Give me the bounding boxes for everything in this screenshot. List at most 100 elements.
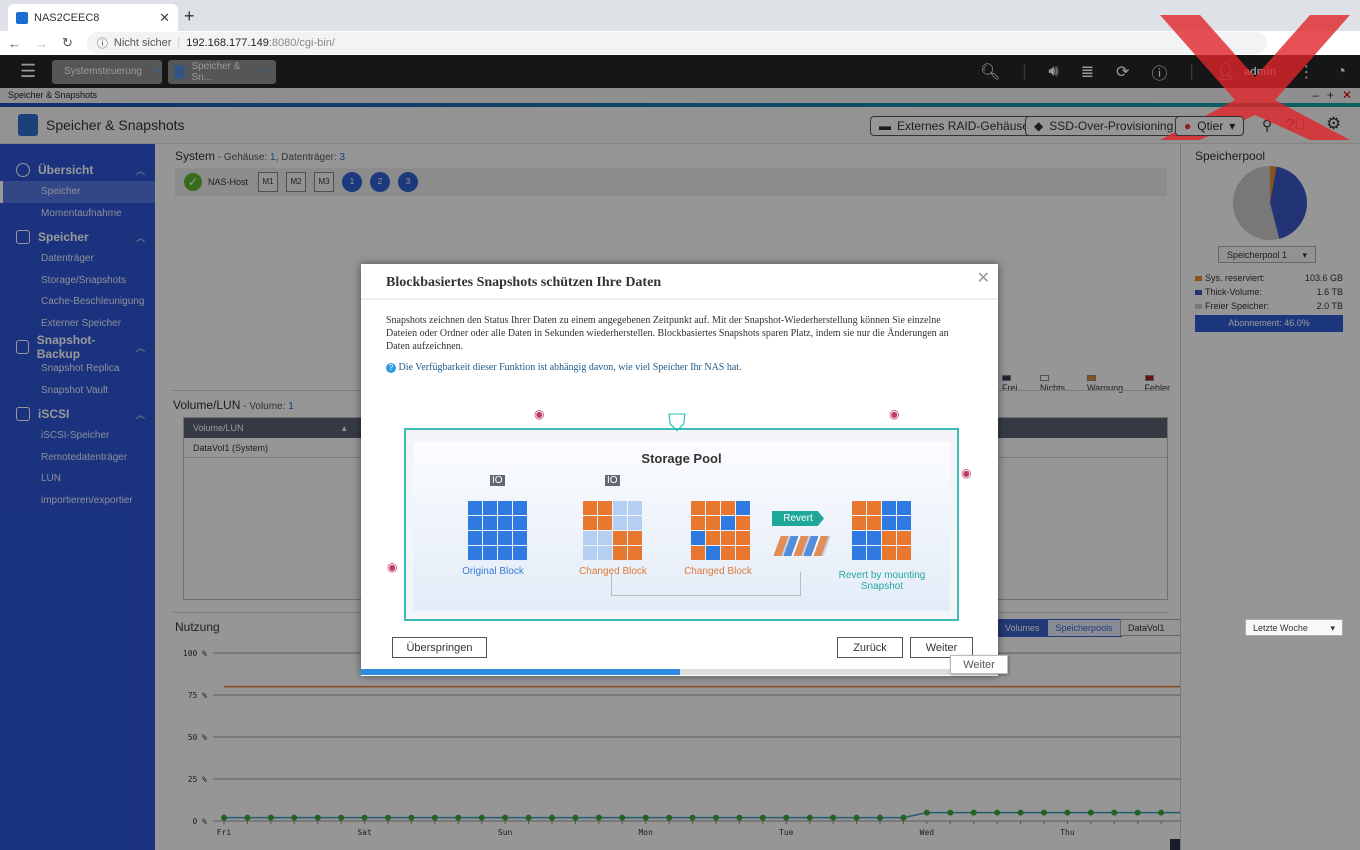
block-cell — [498, 531, 512, 545]
block-cell — [598, 501, 612, 515]
url-path: :8080/cgi-bin/ — [268, 37, 335, 49]
block-cell — [736, 531, 750, 545]
block-cell — [867, 501, 881, 515]
changed-block-grid — [691, 501, 750, 560]
snapshot-layers-icon — [773, 536, 831, 556]
block-cell — [882, 546, 896, 560]
dialog-title: Blockbasiertes Snapshots schützen Ihre D… — [361, 264, 998, 300]
block-cell — [583, 501, 597, 515]
block-cell — [583, 531, 597, 545]
diagram-title: Storage Pool — [641, 451, 722, 466]
skip-button[interactable]: Überspringen — [392, 637, 487, 658]
virus-icon: ◉ — [387, 560, 398, 574]
block-cell — [721, 501, 735, 515]
url-field[interactable]: ⓘ Nicht sicher | 192.168.177.149:8080/cgi-b… — [86, 32, 1267, 54]
block-cell — [498, 501, 512, 515]
block-cell — [882, 516, 896, 530]
original-block-grid — [468, 501, 527, 560]
block-cell — [613, 546, 627, 560]
block-cell — [613, 501, 627, 515]
block-cell — [736, 546, 750, 560]
block-cell — [598, 546, 612, 560]
block-cell — [513, 501, 527, 515]
block-cell — [613, 516, 627, 530]
storage-pool-diagram: Storage Pool IO IO Original Block Change… — [404, 410, 959, 621]
diagram-label: Original Block — [462, 566, 524, 577]
diagram-label: Revert by mounting Snapshot — [838, 570, 926, 592]
info-icon: ⓘ — [96, 38, 108, 50]
block-cell — [706, 531, 720, 545]
url-host: 192.168.177.149 — [186, 37, 269, 49]
close-tab-icon[interactable]: ✕ — [159, 10, 170, 26]
block-cell — [897, 516, 911, 530]
new-tab-button[interactable]: + — [184, 6, 195, 27]
block-cell — [721, 546, 735, 560]
back-button[interactable]: Zurück — [837, 637, 903, 658]
block-cell — [598, 516, 612, 530]
block-cell — [613, 531, 627, 545]
block-cell — [513, 531, 527, 545]
browser-tab[interactable]: NAS2CEEC8 ✕ — [8, 4, 178, 31]
wizard-progress — [361, 669, 998, 675]
nas-favicon-icon — [16, 11, 28, 24]
block-cell — [691, 531, 705, 545]
reverted-block-grid — [852, 501, 911, 560]
close-icon[interactable]: ✕ — [977, 268, 990, 288]
block-cell — [468, 516, 482, 530]
block-cell — [498, 546, 512, 560]
tab-title: NAS2CEEC8 — [34, 11, 100, 24]
back-icon[interactable]: ← — [8, 36, 21, 51]
virus-icon: ◉ — [534, 407, 545, 421]
block-cell — [468, 546, 482, 560]
flow-connector — [611, 572, 801, 596]
button-label: Qtier — [1197, 119, 1224, 133]
block-cell — [706, 501, 720, 515]
block-cell — [483, 516, 497, 530]
io-database-icon: IO — [605, 475, 620, 486]
address-bar: ← → ↻ ⓘ Nicht sicher | 192.168.177.149:8080/c… — [0, 31, 1360, 55]
block-cell — [468, 501, 482, 515]
block-cell — [691, 516, 705, 530]
block-cell — [583, 546, 597, 560]
block-cell — [852, 516, 866, 530]
block-cell — [483, 546, 497, 560]
block-cell — [498, 516, 512, 530]
snapshot-intro-dialog: Blockbasiertes Snapshots schützen Ihre D… — [361, 264, 998, 676]
block-cell — [721, 516, 735, 530]
help-icon: ? — [386, 363, 396, 373]
block-cell — [867, 516, 881, 530]
block-cell — [852, 546, 866, 560]
block-cell — [691, 501, 705, 515]
block-cell — [691, 546, 705, 560]
block-cell — [852, 531, 866, 545]
qtier-button[interactable]: ● Qtier ▾ — [1175, 116, 1245, 136]
reload-icon[interactable]: ↻ — [62, 35, 73, 51]
block-cell — [513, 516, 527, 530]
io-database-icon: IO — [490, 475, 505, 486]
block-cell — [736, 516, 750, 530]
block-cell — [706, 516, 720, 530]
block-cell — [867, 546, 881, 560]
changed-block-grid — [583, 501, 642, 560]
block-cell — [628, 546, 642, 560]
virus-icon: ◉ — [889, 407, 900, 421]
block-cell — [882, 531, 896, 545]
block-cell — [483, 531, 497, 545]
block-cell — [483, 501, 497, 515]
virus-icon: ◉ — [961, 466, 972, 480]
block-cell — [852, 501, 866, 515]
block-cell — [628, 531, 642, 545]
range-select[interactable]: Letzte Woche ▾ — [1245, 619, 1343, 636]
block-cell — [468, 531, 482, 545]
block-cell — [882, 501, 896, 515]
block-cell — [598, 531, 612, 545]
shield-icon: ⛉ — [668, 410, 686, 437]
block-cell — [583, 516, 597, 530]
block-cell — [628, 516, 642, 530]
security-label: Nicht sicher — [113, 37, 172, 49]
block-cell — [736, 501, 750, 515]
block-cell — [706, 546, 720, 560]
block-cell — [628, 501, 642, 515]
forward-icon[interactable]: → — [35, 36, 48, 51]
block-cell — [513, 546, 527, 560]
